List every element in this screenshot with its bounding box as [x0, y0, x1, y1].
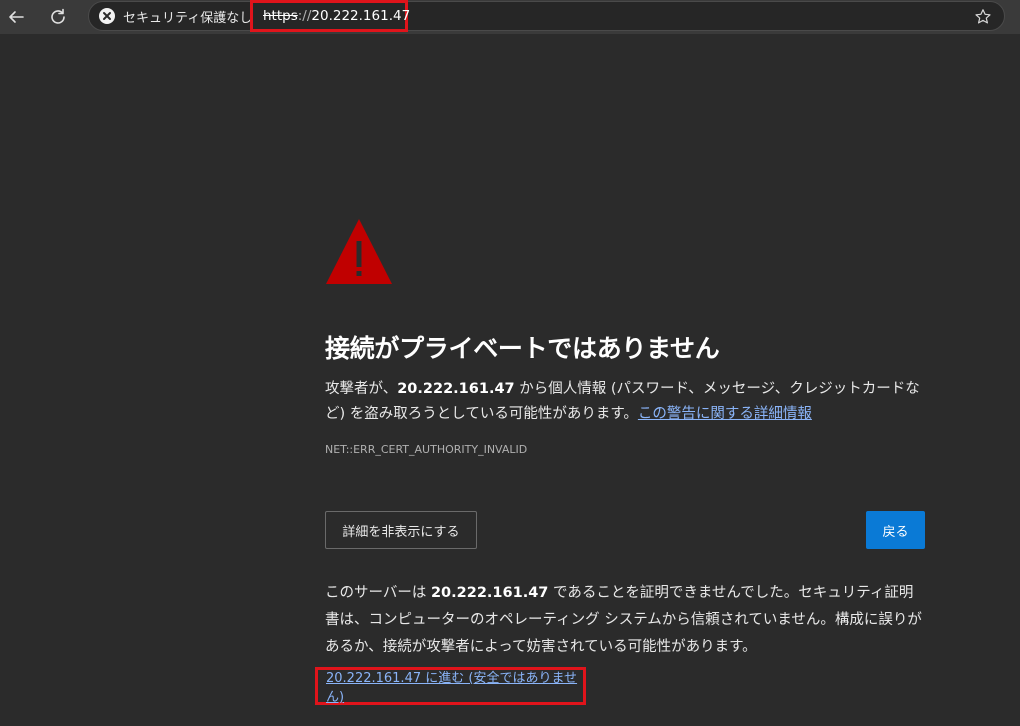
hide-details-button[interactable]: 詳細を非表示にする	[325, 511, 477, 549]
url-scheme: https	[263, 8, 298, 24]
warning-triangle-icon	[326, 219, 392, 284]
back-button[interactable]	[2, 3, 30, 31]
url-host: 20.222.161.47	[311, 8, 411, 24]
back-to-safety-button[interactable]: 戻る	[866, 511, 925, 549]
browser-toolbar: セキュリティ保護なし https://20.222.161.47	[0, 0, 1020, 34]
arrow-left-icon	[9, 11, 24, 23]
security-chip-label: セキュリティ保護なし	[123, 10, 253, 26]
reload-button[interactable]	[44, 3, 72, 31]
reload-icon	[51, 8, 65, 24]
page-title: 接続がプライベートではありません	[325, 334, 720, 363]
desc-host: 20.222.161.47	[397, 381, 515, 397]
error-code: NET::ERR_CERT_AUTHORITY_INVALID	[325, 443, 528, 456]
url-separator: ://	[297, 8, 312, 24]
proceed-unsafe-link[interactable]: 20.222.161.47 に進む (安全ではありません)	[326, 667, 583, 705]
url-text[interactable]: https://20.222.161.47	[250, 0, 411, 32]
learn-more-link[interactable]: この警告に関する詳細情報	[638, 406, 812, 422]
not-secure-icon	[99, 8, 115, 24]
detail-host: 20.222.161.47	[430, 585, 549, 601]
details-text: このサーバーは 20.222.161.47 であることを証明できませんでした。セ…	[325, 585, 922, 655]
warning-description: 攻撃者が、20.222.161.47 から個人情報 (パスワード、メッセージ、ク…	[325, 381, 920, 422]
star-icon	[975, 9, 991, 24]
bookmark-button[interactable]	[972, 6, 994, 28]
proceed-link-box: 20.222.161.47 に進む (安全ではありません)	[315, 667, 586, 705]
security-chip[interactable]: セキュリティ保護なし	[99, 4, 252, 28]
address-bar[interactable]: セキュリティ保護なし https://20.222.161.47	[88, 0, 1005, 32]
